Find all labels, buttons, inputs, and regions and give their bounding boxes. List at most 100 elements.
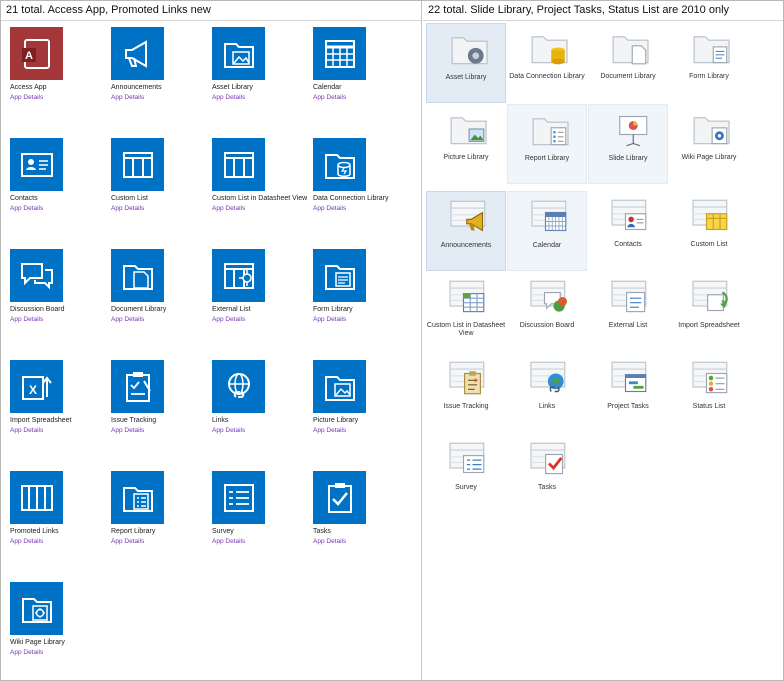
globe-link-icon[interactable] bbox=[212, 360, 265, 413]
app-tile-discussion-board[interactable]: Discussion Board App Details bbox=[10, 249, 108, 324]
app-details-link[interactable]: App Details bbox=[111, 204, 209, 213]
legacy-app-calendar[interactable]: Calendar bbox=[507, 191, 587, 271]
legacy-app-picture-library[interactable]: Picture Library bbox=[426, 104, 506, 184]
app-tile-links[interactable]: Links App Details bbox=[212, 360, 310, 435]
app-details-link[interactable]: App Details bbox=[10, 537, 108, 546]
app-details-link[interactable]: App Details bbox=[212, 204, 310, 213]
app-tile-name: Form Library bbox=[313, 306, 353, 313]
app-tile-import-spreadsheet[interactable]: X Import Spreadsheet App Details bbox=[10, 360, 108, 435]
app-details-link[interactable]: App Details bbox=[10, 426, 108, 435]
app-details-link[interactable]: App Details bbox=[212, 537, 310, 546]
app-tile-access-app[interactable]: A Access App App Details bbox=[10, 27, 108, 102]
app-tile-name: Import Spreadsheet bbox=[10, 417, 72, 424]
legacy-app-custom-list-in-datasheet-view[interactable]: Custom List in Datasheet View bbox=[426, 272, 506, 352]
app-details-link[interactable]: App Details bbox=[111, 93, 209, 102]
checkbox-icon[interactable] bbox=[313, 471, 366, 524]
legacy-app-custom-list[interactable]: Custom List bbox=[669, 191, 749, 271]
app-details-link[interactable]: App Details bbox=[111, 537, 209, 546]
app-tile-tasks[interactable]: Tasks App Details bbox=[313, 471, 411, 546]
legacy-app-data-connection-library[interactable]: Data Connection Library bbox=[507, 23, 587, 103]
app-details-link[interactable]: App Details bbox=[313, 93, 411, 102]
wiki-folder-icon bbox=[689, 111, 733, 147]
new-apps-header: 21 total. Access App, Promoted Links new bbox=[6, 4, 211, 16]
list-grid-icon[interactable] bbox=[111, 138, 164, 191]
app-details-link[interactable]: App Details bbox=[10, 204, 108, 213]
document-folder-icon[interactable] bbox=[111, 249, 164, 302]
app-details-link[interactable]: App Details bbox=[313, 315, 411, 324]
app-tile-picture-library[interactable]: Picture Library App Details bbox=[313, 360, 411, 435]
app-tile-asset-library[interactable]: Asset Library App Details bbox=[212, 27, 310, 102]
excel-import-icon[interactable]: X bbox=[10, 360, 63, 413]
contact-card-icon[interactable] bbox=[10, 138, 63, 191]
picture-folder-icon[interactable] bbox=[313, 360, 366, 413]
app-tile-custom-list-in-datasheet-view[interactable]: Custom List in Datasheet View App Details bbox=[212, 138, 310, 213]
legacy-app-form-library[interactable]: Form Library bbox=[669, 23, 749, 103]
app-tile-name: Issue Tracking bbox=[111, 417, 157, 424]
app-tile-name: Promoted Links bbox=[10, 528, 59, 535]
app-tile-issue-tracking[interactable]: Issue Tracking App Details bbox=[111, 360, 209, 435]
legacy-app-status-list[interactable]: Status List bbox=[669, 353, 749, 433]
legacy-app-announcements[interactable]: Announcements bbox=[426, 191, 506, 271]
app-details-link[interactable]: App Details bbox=[212, 315, 310, 324]
app-tile-external-list[interactable]: External List App Details bbox=[212, 249, 310, 324]
legacy-app-asset-library[interactable]: Asset Library bbox=[426, 23, 506, 103]
app-details-link[interactable]: App Details bbox=[111, 315, 209, 324]
legacy-app-tasks[interactable]: Tasks bbox=[507, 434, 587, 514]
report-folder-icon[interactable] bbox=[111, 471, 164, 524]
calendar-icon[interactable] bbox=[313, 27, 366, 80]
app-tile-name: Links bbox=[212, 417, 229, 424]
data-connection-icon[interactable] bbox=[313, 138, 366, 191]
app-details-link[interactable]: App Details bbox=[313, 426, 411, 435]
legacy-app-name: Form Library bbox=[689, 73, 729, 80]
app-tile-calendar[interactable]: Calendar App Details bbox=[313, 27, 411, 102]
legacy-app-contacts[interactable]: Contacts bbox=[588, 191, 668, 271]
app-tile-promoted-links[interactable]: Promoted Links App Details bbox=[10, 471, 108, 546]
legacy-app-report-library[interactable]: Report Library bbox=[507, 104, 587, 184]
external-list-icon[interactable] bbox=[212, 249, 265, 302]
legacy-app-document-library[interactable]: Document Library bbox=[588, 23, 668, 103]
app-details-link[interactable]: App Details bbox=[10, 93, 108, 102]
form-folder-icon[interactable] bbox=[313, 249, 366, 302]
app-tile-contacts[interactable]: Contacts App Details bbox=[10, 138, 108, 213]
app-tile-custom-list[interactable]: Custom List App Details bbox=[111, 138, 209, 213]
app-tile-name: Tasks bbox=[313, 528, 331, 535]
legacy-app-survey[interactable]: Survey bbox=[426, 434, 506, 514]
app-details-link[interactable]: App Details bbox=[111, 426, 209, 435]
legacy-app-links[interactable]: Links bbox=[507, 353, 587, 433]
app-tile-survey[interactable]: Survey App Details bbox=[212, 471, 310, 546]
survey-icon[interactable] bbox=[212, 471, 265, 524]
datasheet-icon[interactable] bbox=[212, 138, 265, 191]
promoted-links-icon[interactable] bbox=[10, 471, 63, 524]
app-tile-name: Data Connection Library bbox=[313, 195, 389, 202]
app-tile-data-connection-library[interactable]: Data Connection Library App Details bbox=[313, 138, 411, 213]
app-tile-report-library[interactable]: Report Library App Details bbox=[111, 471, 209, 546]
calendar-icon bbox=[528, 199, 572, 235]
app-details-link[interactable]: App Details bbox=[10, 648, 108, 657]
svg-text:A: A bbox=[25, 50, 33, 62]
wiki-folder-icon[interactable] bbox=[10, 582, 63, 635]
app-tile-form-library[interactable]: Form Library App Details bbox=[313, 249, 411, 324]
app-tile-name: Custom List bbox=[111, 195, 148, 202]
legacy-app-discussion-board[interactable]: Discussion Board bbox=[507, 272, 587, 352]
app-details-link[interactable]: App Details bbox=[212, 93, 310, 102]
legacy-app-external-list[interactable]: External List bbox=[588, 272, 668, 352]
app-tile-announcements[interactable]: Announcements App Details bbox=[111, 27, 209, 102]
clipboard-icon[interactable] bbox=[111, 360, 164, 413]
app-details-link[interactable]: App Details bbox=[313, 537, 411, 546]
app-details-link[interactable]: App Details bbox=[10, 315, 108, 324]
legacy-app-slide-library[interactable]: Slide Library bbox=[588, 104, 668, 184]
speech-bubbles-icon[interactable] bbox=[10, 249, 63, 302]
app-tile-document-library[interactable]: Document Library App Details bbox=[111, 249, 209, 324]
legacy-apps-header: 22 total. Slide Library, Project Tasks, … bbox=[428, 4, 730, 16]
asset-library-icon[interactable] bbox=[212, 27, 265, 80]
app-details-link[interactable]: App Details bbox=[313, 204, 411, 213]
legacy-app-wiki-page-library[interactable]: Wiki Page Library bbox=[669, 104, 749, 184]
legacy-app-import-spreadsheet[interactable]: Import Spreadsheet bbox=[669, 272, 749, 352]
megaphone-icon[interactable] bbox=[111, 27, 164, 80]
legacy-app-issue-tracking[interactable]: Issue Tracking bbox=[426, 353, 506, 433]
legacy-app-name: Document Library bbox=[600, 73, 656, 80]
app-tile-wiki-page-library[interactable]: Wiki Page Library App Details bbox=[10, 582, 108, 657]
access-icon[interactable]: A bbox=[10, 27, 63, 80]
legacy-app-project-tasks[interactable]: Project Tasks bbox=[588, 353, 668, 433]
app-details-link[interactable]: App Details bbox=[212, 426, 310, 435]
